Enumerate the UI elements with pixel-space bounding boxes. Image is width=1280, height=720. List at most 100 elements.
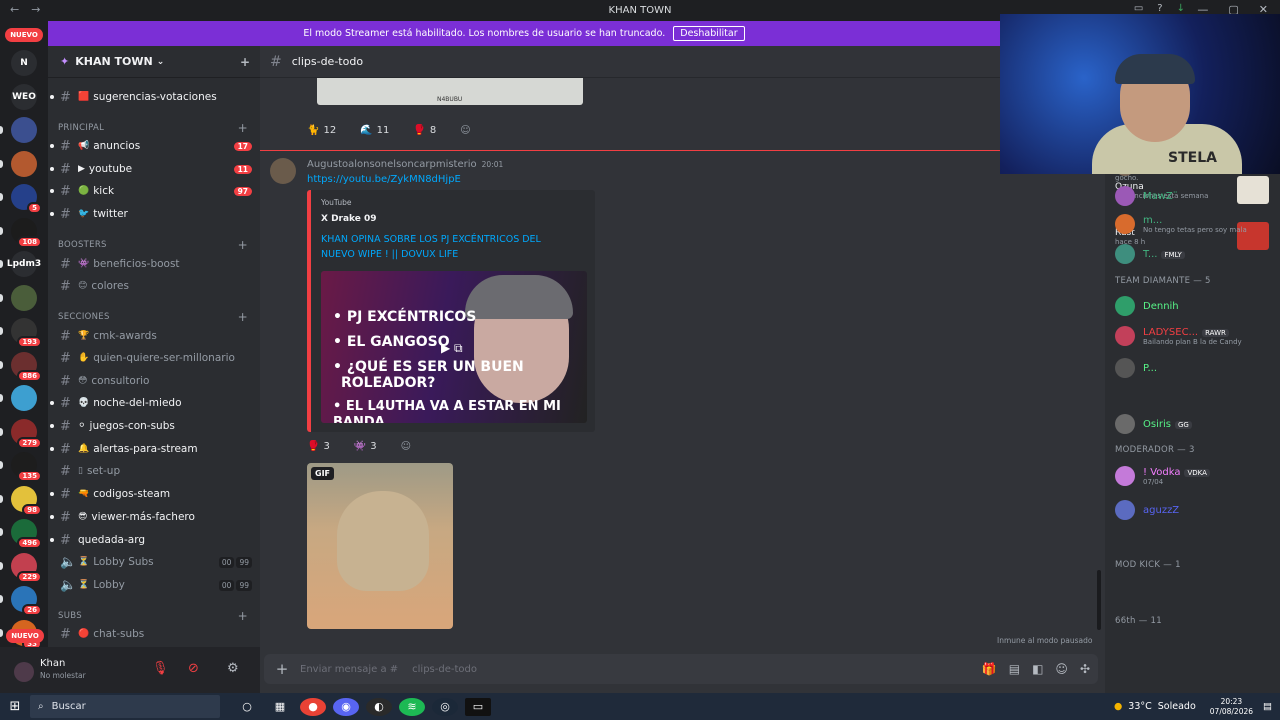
- mute-icon[interactable]: 🎙: [152, 661, 169, 676]
- invite-people-icon[interactable]: +: [240, 55, 250, 69]
- server-icon[interactable]: 26: [11, 586, 42, 616]
- member-row[interactable]: T... FMLY: [1115, 244, 1275, 264]
- embed-title[interactable]: KHAN OPINA SOBRE LOS PJ EXCÉNTRICOS DEL …: [321, 232, 566, 262]
- server-icon[interactable]: N: [11, 50, 37, 76]
- avatar[interactable]: [14, 662, 34, 682]
- server-icon[interactable]: 279: [11, 418, 42, 449]
- server-icon[interactable]: [11, 117, 37, 143]
- channel-13[interactable]: # ▯ set-up: [56, 461, 252, 481]
- server-icon[interactable]: 98: [11, 485, 42, 516]
- reaction[interactable]: 🥊 3: [307, 441, 342, 452]
- channel-14[interactable]: # 🔫 codigos-steam: [50, 484, 252, 504]
- apps-icon[interactable]: ✣: [1080, 662, 1090, 676]
- channel-16[interactable]: # quedada-arg: [50, 530, 252, 550]
- channel-6[interactable]: # 😊 colores: [56, 276, 252, 296]
- scrollbar[interactable]: [1097, 570, 1101, 630]
- add-reaction-icon[interactable]: ☺: [460, 125, 470, 136]
- guild-header[interactable]: ✦ KHAN TOWN ⌄ +: [48, 46, 260, 78]
- reaction[interactable]: 🌊 11: [360, 125, 401, 136]
- emoji-icon[interactable]: ☺: [1055, 662, 1068, 676]
- help-icon[interactable]: ?: [1157, 3, 1162, 14]
- widgets-icon[interactable]: ▦: [267, 698, 293, 716]
- server-icon[interactable]: [11, 284, 37, 311]
- add-channel-icon[interactable]: +: [238, 310, 248, 324]
- category-subs[interactable]: SUBS +: [58, 608, 248, 624]
- channel-5[interactable]: # 👾 beneficios-boost: [56, 254, 252, 274]
- server-icon[interactable]: [11, 385, 37, 411]
- channel-15[interactable]: # 😎 viewer-más-fachero: [50, 507, 252, 527]
- video-thumbnail[interactable]: • PJ EXCÉNTRICOS • EL GANGOSO • ¿QUÉ ES …: [321, 271, 587, 423]
- gift-icon[interactable]: 🎁: [982, 662, 997, 676]
- member-row[interactable]: P...: [1115, 358, 1275, 378]
- channel-1[interactable]: # 📢 anuncios 17: [50, 136, 252, 156]
- disable-streamer-button[interactable]: Deshabilitar: [673, 26, 745, 41]
- inbox-icon[interactable]: ▭: [1134, 3, 1143, 14]
- clock[interactable]: 20:23 07/08/2026: [1210, 697, 1253, 717]
- server-icon[interactable]: 5: [11, 184, 42, 214]
- sticker-icon[interactable]: ◧: [1032, 662, 1043, 676]
- obs-icon[interactable]: ◐: [366, 697, 392, 716]
- task-view-icon[interactable]: ○: [234, 698, 260, 716]
- forward-icon[interactable]: →: [31, 3, 40, 16]
- server-icon[interactable]: WEO: [11, 83, 37, 110]
- channel-7[interactable]: # 🏆 cmk-awards: [56, 326, 252, 346]
- server-icon[interactable]: 193: [11, 318, 42, 348]
- channel-0[interactable]: # 🟥 sugerencias-votaciones: [50, 87, 252, 107]
- member-row[interactable]: aguzzZ: [1115, 500, 1275, 520]
- gif-attachment[interactable]: GIF: [307, 463, 453, 629]
- member-row[interactable]: MakzitoBR: [1115, 174, 1275, 176]
- channel-4[interactable]: # 🐦 twitter: [50, 204, 252, 224]
- category-secciones[interactable]: SECCIONES +: [58, 309, 248, 325]
- add-reaction-icon[interactable]: ☺: [401, 441, 411, 452]
- server-icon[interactable]: 886: [11, 351, 42, 382]
- server-icon[interactable]: 135: [11, 452, 42, 482]
- author-avatar[interactable]: [270, 158, 296, 184]
- gif-icon[interactable]: ▤: [1009, 662, 1020, 676]
- server-icon[interactable]: Lpdm3: [7, 251, 41, 277]
- back-icon[interactable]: ←: [10, 3, 19, 16]
- add-channel-icon[interactable]: +: [238, 121, 248, 135]
- play-icon[interactable]: ▶ ⧉: [441, 341, 463, 356]
- add-attachment-icon[interactable]: +: [264, 660, 300, 678]
- message-author[interactable]: Augustoalonsonelsoncarpmisterio 20:01: [307, 159, 503, 170]
- member-row[interactable]: Osiris GG: [1115, 414, 1275, 434]
- terminal-icon[interactable]: ▭: [465, 697, 491, 716]
- weather-temp[interactable]: 33°C: [1128, 701, 1151, 712]
- channel-17[interactable]: 🔈 ⏳ Lobby Subs 00 99: [56, 552, 252, 572]
- channel-19[interactable]: # 🔴 chat-subs: [56, 624, 252, 644]
- image-attachment[interactable]: N4BUBU: [317, 78, 583, 105]
- deafen-icon[interactable]: ⊘: [188, 661, 199, 676]
- reaction[interactable]: 👾 3: [354, 441, 389, 452]
- discord-icon[interactable]: ◉: [333, 697, 359, 716]
- server-icon[interactable]: [11, 150, 37, 177]
- server-icon[interactable]: 108: [11, 217, 42, 248]
- spotify-icon[interactable]: ≋: [399, 697, 425, 716]
- add-channel-icon[interactable]: +: [238, 609, 248, 623]
- channel-12[interactable]: # 🔔 alertas-para-stream: [50, 439, 252, 459]
- message-input[interactable]: + Enviar mensaje a # clips-de-todo 🎁 ▤ ◧ ☺ ✣: [264, 654, 1098, 684]
- member-row[interactable]: Dennih: [1115, 296, 1275, 316]
- reaction[interactable]: 🐈 12: [307, 125, 348, 136]
- member-row[interactable]: LADYSEC... RAWR Bailando plan B la de Cand…: [1115, 326, 1275, 346]
- channel-18[interactable]: 🔈 ⏳ Lobby 00 99: [56, 575, 252, 595]
- member-row[interactable]: m... No tengo tetas pero soy mala: [1115, 214, 1275, 234]
- embed-author[interactable]: X Drake 09: [321, 214, 377, 224]
- category-boosters[interactable]: BOOSTERS +: [58, 237, 248, 253]
- settings-gear-icon[interactable]: ⚙: [227, 661, 239, 676]
- channel-10[interactable]: # 💀 noche-del-miedo: [50, 393, 252, 413]
- channel-11[interactable]: # ⚪ juegos-con-subs: [50, 416, 252, 436]
- channel-2[interactable]: # ▶ youtube 11: [50, 159, 252, 179]
- server-icon[interactable]: 229: [11, 552, 42, 583]
- member-row[interactable]: MawZ¨: [1115, 186, 1275, 206]
- reaction[interactable]: 🥊 8: [413, 125, 448, 136]
- windows-start-icon[interactable]: ⊞: [0, 699, 30, 714]
- channel-3[interactable]: # 🟢 kick 97: [50, 181, 252, 201]
- category-principal[interactable]: PRINCIPAL +: [58, 120, 248, 136]
- channel-8[interactable]: # ✋ quien-quiere-ser-millonario: [56, 348, 252, 368]
- message-link[interactable]: https://youtu.be/ZykMN8dHjpE: [307, 174, 461, 185]
- add-channel-icon[interactable]: +: [238, 238, 248, 252]
- steam-icon[interactable]: ◎: [432, 697, 458, 716]
- channel-9[interactable]: # 😳 consultorio: [56, 371, 252, 391]
- chrome-icon[interactable]: ●: [300, 697, 326, 716]
- taskbar-search[interactable]: ⌕ Buscar: [30, 695, 220, 718]
